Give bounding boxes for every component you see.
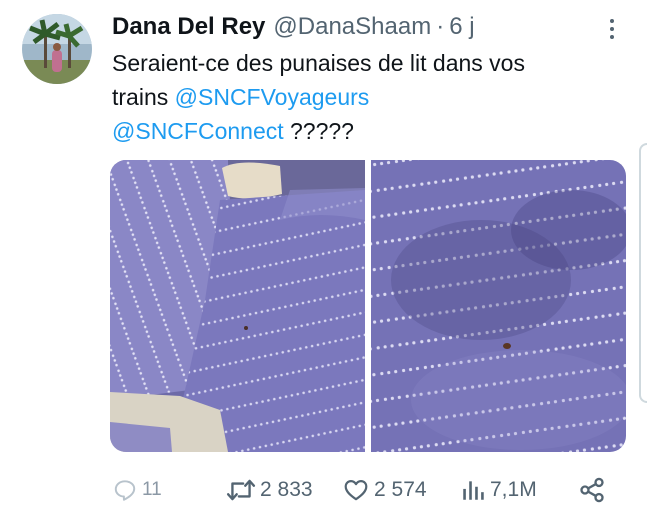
text-line-3-suffix: ????? bbox=[283, 118, 354, 144]
like-count: 2 574 bbox=[374, 478, 427, 501]
retweet-icon bbox=[226, 479, 256, 501]
text-line-1: Seraient-ce des punaises de lit dans vos bbox=[112, 50, 525, 76]
heart-icon bbox=[344, 480, 368, 501]
retweet-count: 2 833 bbox=[260, 478, 313, 501]
media-grid bbox=[110, 160, 626, 452]
reply-count: 11 bbox=[142, 479, 162, 500]
tweet-header: Dana Del Rey @DanaShaam · 6 j bbox=[112, 12, 475, 42]
views-chart-icon bbox=[463, 481, 484, 500]
text-line-2: trains @SNCFVoyageurs bbox=[112, 80, 622, 114]
mention-sncf-voyageurs[interactable]: @SNCFVoyageurs bbox=[175, 84, 370, 110]
share-button[interactable] bbox=[578, 474, 606, 506]
reply-icon bbox=[114, 480, 136, 501]
more-options-icon[interactable] bbox=[600, 14, 624, 44]
share-icon bbox=[580, 477, 604, 503]
like-button[interactable]: 2 574 bbox=[342, 474, 427, 506]
train-seat-photo[interactable] bbox=[110, 160, 365, 452]
avatar[interactable] bbox=[22, 14, 92, 84]
text-line-2-prefix: trains bbox=[112, 84, 175, 110]
mention-sncf-connect[interactable]: @SNCFConnect bbox=[112, 118, 284, 144]
timestamp[interactable]: 6 j bbox=[449, 12, 474, 42]
tweet-text: Seraient-ce des punaises de lit dans vos… bbox=[112, 46, 622, 148]
retweet-button[interactable]: 2 833 bbox=[226, 474, 313, 506]
tweet[interactable]: Dana Del Rey @DanaShaam · 6 j Seraient-c… bbox=[0, 0, 647, 514]
views-count: 7,1M bbox=[490, 478, 537, 501]
text-line-3: @SNCFConnect ????? bbox=[112, 114, 622, 148]
scrollbar-edge bbox=[639, 143, 647, 403]
action-bar: 11 2 833 2 574 7,1M bbox=[112, 474, 612, 506]
user-handle[interactable]: @DanaShaam bbox=[273, 12, 431, 42]
reply-button[interactable]: 11 bbox=[112, 474, 162, 506]
views-button[interactable]: 7,1M bbox=[460, 474, 537, 506]
display-name[interactable]: Dana Del Rey bbox=[112, 12, 265, 42]
seat-fabric-closeup-photo[interactable] bbox=[371, 160, 626, 452]
separator: · bbox=[436, 13, 445, 40]
